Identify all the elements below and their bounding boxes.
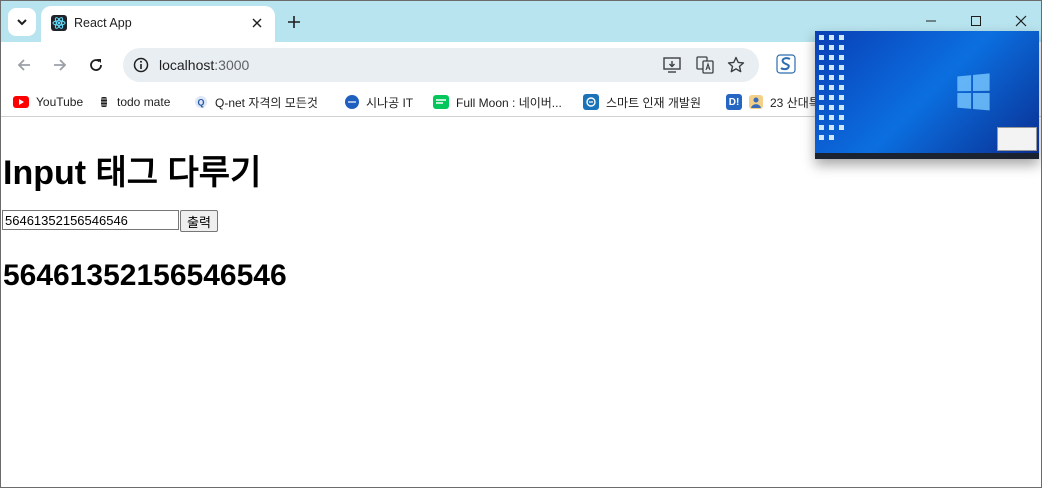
preview-dialog [997, 127, 1037, 151]
output-text: 56461352156546546 [3, 259, 287, 292]
text-input[interactable] [2, 210, 179, 230]
bookmark-23[interactable]: 23 산대특 [749, 94, 820, 110]
extension-s-icon[interactable] [776, 54, 796, 74]
reload-icon [90, 59, 102, 71]
bookmark-label: 시나공 IT [366, 95, 414, 110]
input-row: 출력 [2, 210, 218, 232]
translate-button[interactable] [695, 55, 715, 75]
site-info-button[interactable] [131, 55, 151, 75]
bookmark-label: YouTube [36, 95, 84, 109]
chevron-down-icon [17, 19, 27, 26]
sinagong-icon [345, 95, 359, 109]
bookmark-star-button[interactable] [726, 55, 746, 75]
bookmark-todo-mate[interactable]: todo mate [98, 94, 170, 110]
url-port: :3000 [214, 57, 250, 73]
tab-close-button[interactable] [247, 13, 267, 33]
info-icon [133, 57, 149, 73]
maximize-button[interactable] [962, 9, 990, 33]
forward-button[interactable] [47, 52, 73, 78]
windows-logo-icon [957, 73, 992, 113]
arrow-left-icon [17, 59, 30, 71]
close-icon [252, 18, 262, 28]
naver-blog-icon [433, 95, 449, 109]
page-title: Input 태그 다루기 [3, 154, 262, 192]
react-icon [51, 15, 67, 31]
install-app-button[interactable] [662, 55, 682, 75]
bookmark-naver-blog[interactable]: Full Moon : 네이버... [433, 94, 562, 110]
d-icon-text: D! [728, 96, 740, 108]
url-host: localhost [159, 57, 215, 73]
desktop-preview-thumbnail[interactable] [815, 31, 1039, 159]
todo-mate-icon [98, 95, 110, 109]
address-url[interactable]: localhost:3000 [159, 57, 249, 73]
minimize-icon [926, 20, 936, 22]
close-icon [1015, 15, 1027, 27]
close-window-button[interactable] [1007, 9, 1035, 33]
svg-text:Q: Q [197, 98, 204, 108]
bookmark-d[interactable]: D! [726, 94, 749, 110]
install-app-icon [663, 57, 681, 73]
tab-title: React App [74, 16, 132, 30]
page-content: Input 태그 다루기 출력 56461352156546546 [1, 123, 1041, 487]
plus-icon [288, 16, 300, 28]
address-bar[interactable]: localhost:3000 [123, 48, 759, 82]
minimize-button[interactable] [917, 9, 945, 33]
bookmark-label: 23 산대특 [770, 95, 820, 110]
print-button[interactable]: 출력 [180, 210, 218, 232]
tab-react-app[interactable]: React App [41, 6, 275, 42]
arrow-right-icon [54, 59, 67, 71]
desktop-icons [817, 33, 857, 147]
translate-icon [696, 56, 714, 74]
youtube-icon [13, 96, 29, 108]
tab-search-button[interactable] [8, 8, 36, 36]
preview-taskbar [815, 153, 1039, 159]
bookmark-smart[interactable]: 스마트 인재 개발원 [583, 94, 701, 110]
new-tab-button[interactable] [283, 11, 305, 33]
bookmark-label: 스마트 인재 개발원 [606, 95, 701, 110]
back-button[interactable] [11, 52, 37, 78]
qnet-icon: Q [194, 95, 208, 109]
bookmark-label: todo mate [117, 95, 171, 109]
browser-window: React App localhost:3000 YouTube todo ma… [0, 0, 1042, 488]
bookmark-qnet[interactable]: Q Q-net 자격의 모든것 [194, 94, 318, 110]
bookmark-label: Q-net 자격의 모든것 [215, 95, 318, 110]
profile-icon [749, 95, 763, 109]
bookmark-youtube[interactable]: YouTube [13, 94, 83, 110]
reload-button[interactable] [83, 52, 109, 78]
smart-icon [583, 94, 599, 110]
bookmark-sinagong[interactable]: 시나공 IT [345, 94, 413, 110]
d-bookmark-icon: D! [726, 94, 742, 110]
maximize-icon [971, 16, 981, 26]
bookmark-label: Full Moon : 네이버... [456, 95, 562, 110]
star-icon [727, 56, 745, 73]
